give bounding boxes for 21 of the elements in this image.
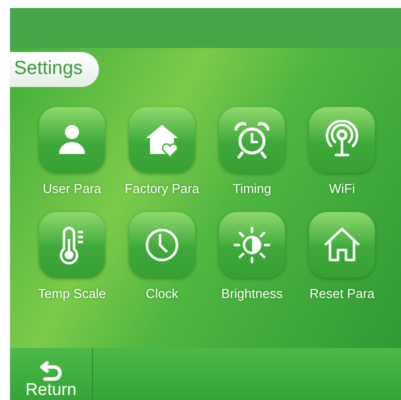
setting-label: Timing (232, 180, 272, 198)
alarm-clock-icon (232, 120, 272, 160)
setting-tile[interactable] (39, 106, 105, 172)
setting-label: Factory Para (124, 180, 200, 198)
setting-tile[interactable] (39, 212, 105, 278)
return-button[interactable]: Return (10, 348, 93, 400)
setting-tile[interactable] (129, 212, 195, 278)
brightness-icon (232, 225, 272, 265)
setting-tile[interactable] (219, 106, 285, 172)
setting-label: User Para (42, 180, 102, 198)
setting-tile[interactable] (309, 106, 375, 172)
setting-tile[interactable] (129, 106, 195, 172)
setting-tile[interactable] (219, 212, 285, 278)
setting-label: WiFi (329, 180, 355, 198)
return-arrow-icon (39, 361, 63, 382)
setting-label: Reset Para (309, 285, 375, 303)
setting-tile[interactable] (309, 212, 375, 278)
settings-title: Settings (10, 52, 99, 86)
setting-label: Brightness (221, 285, 283, 303)
setting-label: Clock (146, 285, 178, 303)
setting-label: Temp Scale (38, 285, 106, 303)
